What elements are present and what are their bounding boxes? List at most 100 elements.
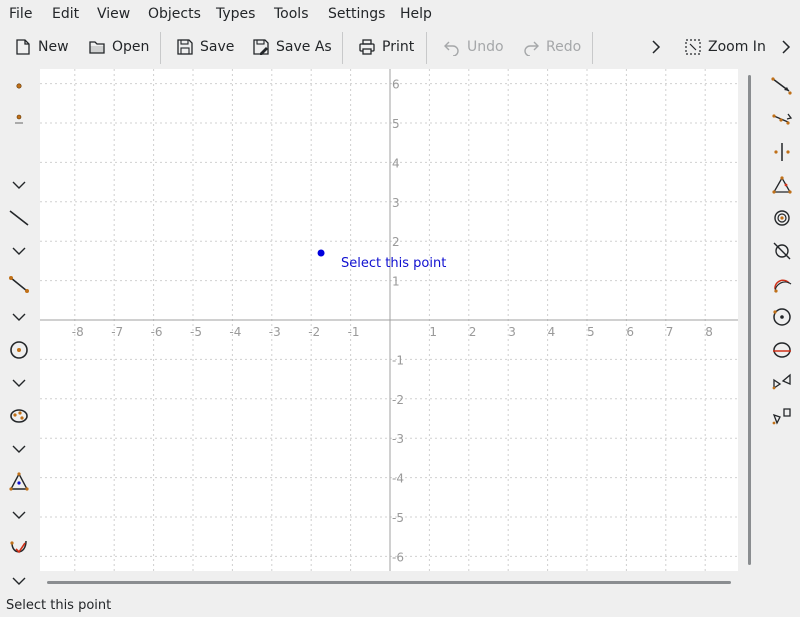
perpendicular-icon: [774, 143, 790, 161]
circle-center-tool-button[interactable]: [767, 303, 797, 331]
polygon-tool-button[interactable]: [767, 171, 797, 199]
intersection-tool-button[interactable]: [767, 237, 797, 265]
menu-view[interactable]: View: [97, 6, 130, 22]
line-tool-button[interactable]: [4, 204, 34, 232]
point-by-coordinates-button[interactable]: [4, 105, 34, 133]
arc-tool-button[interactable]: [767, 270, 797, 298]
menu-tools[interactable]: Tools: [274, 6, 309, 22]
x-tick-label: -3: [269, 325, 281, 339]
expand-button[interactable]: [4, 567, 34, 595]
point-by-coordinates-icon: [15, 114, 23, 124]
circle-tool-button[interactable]: [4, 336, 34, 364]
expand-button[interactable]: [4, 171, 34, 199]
toolbar-separator: [426, 32, 427, 64]
triangle-tool-button[interactable]: [4, 468, 34, 496]
line-tool-icon: [9, 210, 29, 226]
print-button[interactable]: Print: [358, 32, 414, 62]
segment-tool-icon: [9, 276, 29, 293]
selected-point: [317, 249, 325, 257]
menu-objects[interactable]: Objects: [148, 6, 201, 22]
toolbar-separator: [342, 32, 343, 64]
intersection-icon: [773, 242, 791, 260]
expand-button[interactable]: [4, 369, 34, 397]
reflection-tool-button[interactable]: [767, 369, 797, 397]
point-tooltip-label: Select this point: [341, 256, 446, 271]
printer-icon: [359, 39, 375, 55]
save-as-button[interactable]: Save As: [252, 32, 332, 62]
geometry-canvas[interactable]: 9-8-7-6-5-4-3-2-112345678654321-1-2-3-4-…: [40, 69, 738, 571]
chevron-down-icon: [12, 445, 26, 453]
transform-icon: [772, 408, 791, 425]
right-tool-bar: [764, 68, 800, 448]
new-button[interactable]: New: [14, 32, 69, 62]
x-tick-label: 3: [508, 325, 516, 339]
segment-tool-button[interactable]: [4, 270, 34, 298]
expand-button[interactable]: [4, 237, 34, 265]
toolbar-separator: [592, 32, 593, 64]
x-tick-label: -1: [348, 325, 360, 339]
y-tick-label: -1: [392, 353, 404, 367]
chevron-down-icon: [12, 577, 26, 585]
chevron-down-icon: [12, 379, 26, 387]
horizontal-scrollbar[interactable]: [47, 581, 731, 584]
save-button[interactable]: Save: [176, 32, 234, 62]
x-tick-label: -4: [229, 325, 241, 339]
reflection-icon: [772, 373, 791, 390]
y-tick-label: 4: [392, 156, 400, 170]
x-tick-label: 1: [429, 325, 437, 339]
ray-icon: [772, 113, 793, 125]
new-button-label: New: [38, 39, 69, 55]
y-tick-label: 6: [392, 78, 400, 92]
status-bar: Select this point: [6, 598, 112, 613]
expand-button[interactable]: [4, 501, 34, 529]
x-tick-label: -8: [72, 325, 84, 339]
x-tick-label: -7: [111, 325, 123, 339]
open-button[interactable]: Open: [88, 32, 149, 62]
arc-icon: [774, 279, 792, 293]
floppy-disk-icon: [177, 39, 193, 55]
zoom-in-button[interactable]: Zoom In: [684, 32, 766, 62]
ellipse-tool-button[interactable]: [767, 336, 797, 364]
undo-button-label: Undo: [467, 39, 504, 55]
transform-tool-button[interactable]: [767, 402, 797, 430]
menu-types[interactable]: Types: [216, 6, 255, 22]
point-tool-button[interactable]: [4, 72, 34, 100]
y-tick-label: 5: [392, 117, 400, 131]
chevron-right-icon: [652, 40, 661, 54]
ray-tool-button[interactable]: [767, 105, 797, 133]
vector-tool-button[interactable]: [767, 72, 797, 100]
y-tick-label: 1: [392, 275, 400, 289]
print-button-label: Print: [382, 39, 415, 55]
toolbar-overflow-button[interactable]: [650, 32, 668, 62]
expand-button[interactable]: [4, 303, 34, 331]
redo-button[interactable]: Redo: [522, 32, 581, 62]
y-tick-label: -6: [392, 550, 404, 564]
zoom-in-button-label: Zoom In: [708, 39, 766, 55]
toolbar-overflow-button-2[interactable]: [780, 32, 798, 62]
expand-button[interactable]: [4, 435, 34, 463]
triangle-tool-icon: [9, 472, 29, 491]
left-tool-bar: [0, 68, 38, 593]
vector-icon: [771, 77, 792, 95]
coordinate-plane: 9-8-7-6-5-4-3-2-112345678654321-1-2-3-4-…: [40, 69, 738, 571]
perpendicular-tool-button[interactable]: [767, 138, 797, 166]
chevron-down-icon: [12, 313, 26, 321]
y-tick-label: 2: [392, 235, 400, 249]
x-tick-label: -5: [190, 325, 202, 339]
open-button-label: Open: [112, 39, 150, 55]
chevron-right-icon: [782, 40, 791, 54]
toolbar-separator: [160, 32, 161, 64]
save-as-icon: [253, 39, 269, 55]
conic-tool-button[interactable]: [4, 402, 34, 430]
menu-help[interactable]: Help: [400, 6, 432, 22]
spiral-tool-button[interactable]: [767, 204, 797, 232]
vertical-scrollbar[interactable]: [748, 75, 751, 565]
redo-icon: [524, 41, 539, 56]
ellipse-icon: [773, 342, 791, 358]
undo-button[interactable]: Undo: [443, 32, 504, 62]
y-tick-label: -2: [392, 393, 404, 407]
menu-file[interactable]: File: [9, 6, 32, 22]
menu-edit[interactable]: Edit: [52, 6, 79, 22]
menu-settings[interactable]: Settings: [328, 6, 385, 22]
curve-tool-button[interactable]: [4, 534, 34, 562]
